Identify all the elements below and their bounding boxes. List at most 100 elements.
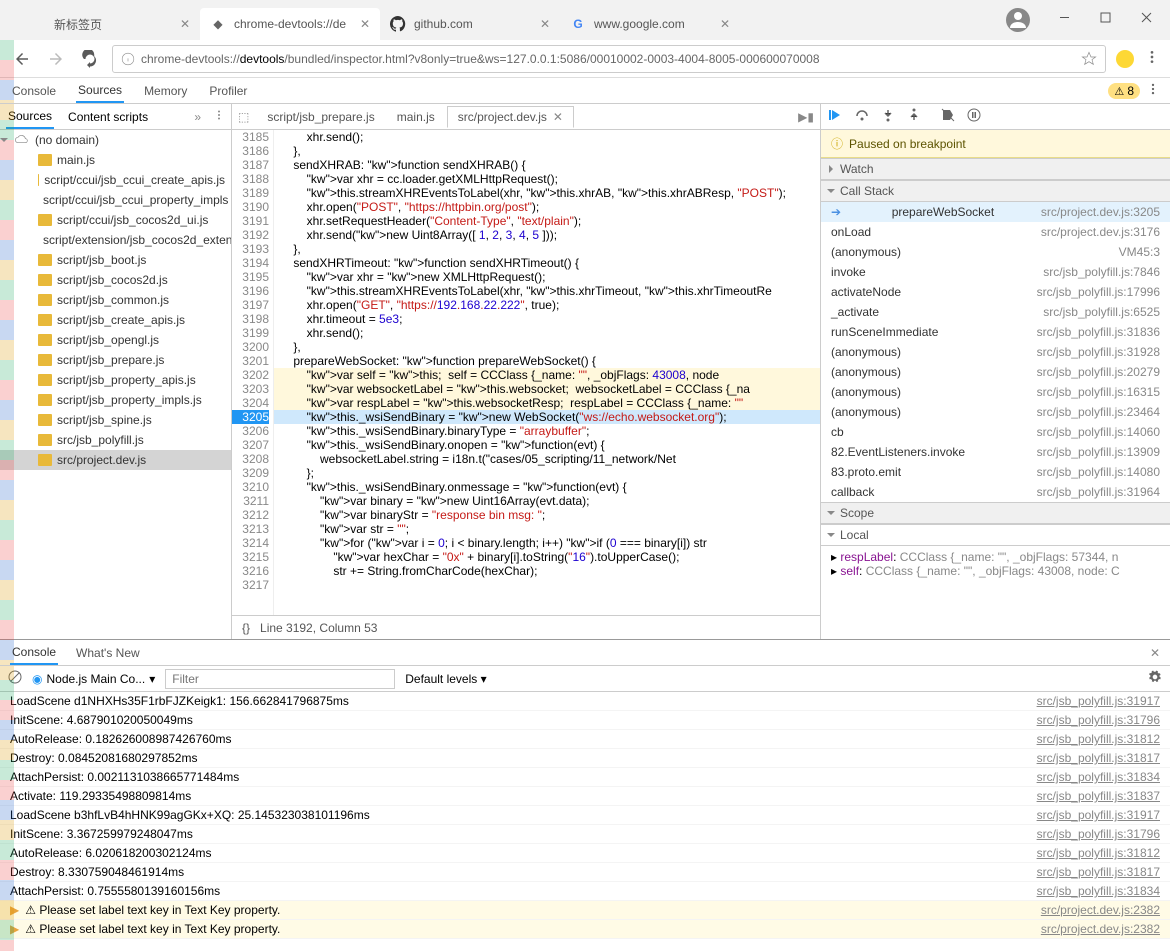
stack-frame[interactable]: runSceneImmediatesrc/jsb_polyfill.js:318… [821, 322, 1170, 342]
stack-frame[interactable]: (anonymous)src/jsb_polyfill.js:31928 [821, 342, 1170, 362]
tab-close-icon[interactable]: ✕ [720, 17, 730, 31]
file-tree[interactable]: (no domain) main.jsscript/ccui/jsb_ccui_… [0, 130, 231, 639]
console-message[interactable]: AttachPersist: 0.7555580139160156mssrc/j… [0, 882, 1170, 901]
tab-close-icon[interactable]: ✕ [360, 17, 370, 31]
deactivate-breakpoints-button[interactable] [941, 108, 955, 125]
console-message[interactable]: InitScene: 4.687901020050049mssrc/jsb_po… [0, 711, 1170, 730]
line-gutter[interactable]: 3185318631873188318931903191319231933194… [232, 130, 274, 615]
browser-tab[interactable]: ◆chrome-devtools://de✕ [200, 8, 380, 40]
callstack-section[interactable]: Call Stack [821, 180, 1170, 202]
file-tree-item[interactable]: src/jsb_polyfill.js [0, 430, 231, 450]
file-tree-item[interactable]: script/ccui/jsb_cocos2d_ui.js [0, 210, 231, 230]
minimize-button[interactable] [1059, 12, 1070, 26]
console-message[interactable]: InitScene: 3.367259979248047mssrc/jsb_po… [0, 825, 1170, 844]
maximize-button[interactable] [1100, 12, 1111, 26]
devtools-tab[interactable]: Sources [76, 79, 124, 103]
log-source-link[interactable]: src/jsb_polyfill.js:31812 [1037, 732, 1160, 746]
log-source-link[interactable]: src/jsb_polyfill.js:31796 [1037, 713, 1160, 727]
console-filter-input[interactable] [165, 669, 395, 689]
console-log[interactable]: LoadScene d1NHXHs35F1rbFJZKeigk1: 156.66… [0, 692, 1170, 951]
context-selector[interactable]: ◉Node.js Main Co... ▾ [32, 672, 155, 686]
stack-frame[interactable]: (anonymous)src/jsb_polyfill.js:23464 [821, 402, 1170, 422]
profile-avatar-icon[interactable] [1006, 8, 1030, 32]
console-message[interactable]: Destroy: 0.08452081680297852mssrc/jsb_po… [0, 749, 1170, 768]
drawer-tab[interactable]: Console [10, 641, 58, 665]
tab-close-icon[interactable]: ✕ [540, 17, 550, 31]
file-tree-item[interactable]: script/jsb_prepare.js [0, 350, 231, 370]
stack-frame[interactable]: callbacksrc/jsb_polyfill.js:31964 [821, 482, 1170, 502]
log-source-link[interactable]: src/project.dev.js:2382 [1041, 903, 1160, 917]
warnings-badge[interactable]: ⚠ 8 [1108, 83, 1140, 99]
step-into-button[interactable] [881, 108, 895, 125]
log-source-link[interactable]: src/jsb_polyfill.js:31817 [1037, 865, 1160, 879]
log-source-link[interactable]: src/jsb_polyfill.js:31917 [1037, 808, 1160, 822]
resume-button[interactable] [829, 108, 843, 125]
navigator-overflow-icon[interactable]: » [194, 110, 201, 124]
console-message[interactable]: LoadScene d1NHXHs35F1rbFJZKeigk1: 156.66… [0, 692, 1170, 711]
file-tree-item[interactable]: script/jsb_spine.js [0, 410, 231, 430]
browser-tab[interactable]: github.com✕ [380, 8, 560, 40]
local-scope[interactable]: Local [821, 524, 1170, 546]
url-omnibox[interactable]: chrome-devtools://devtools/bundled/inspe… [112, 45, 1106, 73]
reload-button[interactable] [78, 47, 102, 71]
log-source-link[interactable]: src/jsb_polyfill.js:31812 [1037, 846, 1160, 860]
console-message[interactable]: ⚠ Please set label text key in Text Key … [0, 920, 1170, 939]
browser-tab[interactable]: 新标签页✕ [20, 8, 200, 40]
devtools-tab[interactable]: Memory [142, 80, 189, 102]
drawer-close-button[interactable]: ✕ [1150, 646, 1160, 660]
console-message[interactable]: AutoRelease: 6.020618200302124mssrc/jsb_… [0, 844, 1170, 863]
step-over-button[interactable] [855, 108, 869, 125]
devtools-menu-button[interactable] [1146, 82, 1160, 99]
stack-frame[interactable]: invokesrc/jsb_polyfill.js:7846 [821, 262, 1170, 282]
stack-frame[interactable]: (anonymous)VM45:3 [821, 242, 1170, 262]
domain-node[interactable]: (no domain) [0, 130, 231, 150]
braces-icon[interactable]: {} [242, 621, 250, 635]
file-tree-item[interactable]: script/extension/jsb_cocos2d_extension [0, 230, 231, 250]
star-icon[interactable] [1081, 51, 1097, 67]
devtools-tab[interactable]: Console [10, 80, 58, 102]
log-source-link[interactable]: src/jsb_polyfill.js:31917 [1037, 694, 1160, 708]
stack-frame[interactable]: activateNodesrc/jsb_polyfill.js:17996 [821, 282, 1170, 302]
log-levels-selector[interactable]: Default levels ▾ [405, 672, 486, 686]
tab-close-icon[interactable]: ✕ [553, 110, 563, 124]
file-tree-item[interactable]: script/jsb_cocos2d.js [0, 270, 231, 290]
scope-variable[interactable]: ▸ respLabel: CCClass {_name: "", _objFla… [831, 550, 1160, 564]
file-tree-item[interactable]: script/jsb_property_apis.js [0, 370, 231, 390]
drawer-tab[interactable]: What's New [74, 642, 142, 664]
close-button[interactable] [1141, 12, 1152, 26]
file-tree-item[interactable]: script/ccui/jsb_ccui_create_apis.js [0, 170, 231, 190]
file-tree-item[interactable]: script/ccui/jsb_ccui_property_impls [0, 190, 231, 210]
browser-tab[interactable]: Gwww.google.com✕ [560, 8, 740, 40]
console-message[interactable]: AttachPersist: 0.0021131038665771484mssr… [0, 768, 1170, 787]
editor-tab[interactable]: main.js [387, 107, 445, 127]
forward-button[interactable] [44, 47, 68, 71]
stack-frame[interactable]: 83.proto.emitsrc/jsb_polyfill.js:14080 [821, 462, 1170, 482]
file-tree-item[interactable]: script/jsb_boot.js [0, 250, 231, 270]
extension-icon[interactable] [1116, 50, 1134, 68]
file-tree-item[interactable]: main.js [0, 150, 231, 170]
navigator-tab[interactable]: Content scripts [66, 106, 150, 128]
file-tree-item[interactable]: script/jsb_opengl.js [0, 330, 231, 350]
file-tree-item[interactable]: script/jsb_property_impls.js [0, 390, 231, 410]
editor-tab[interactable]: script/jsb_prepare.js [257, 107, 384, 127]
file-tree-item[interactable]: src/project.dev.js [0, 450, 231, 470]
stack-frame[interactable]: _activatesrc/jsb_polyfill.js:6525 [821, 302, 1170, 322]
file-tree-item[interactable]: script/jsb_create_apis.js [0, 310, 231, 330]
pause-on-exceptions-button[interactable] [967, 108, 981, 125]
stack-frame[interactable]: 82.EventListeners.invokesrc/jsb_polyfill… [821, 442, 1170, 462]
snippet-run-icon[interactable]: ▶▮ [798, 110, 814, 124]
editor-tab[interactable]: src/project.dev.js ✕ [447, 106, 574, 128]
stack-frame[interactable]: (anonymous)src/jsb_polyfill.js:20279 [821, 362, 1170, 382]
console-message[interactable]: AutoRelease: 0.182626008987426760mssrc/j… [0, 730, 1170, 749]
stack-frame[interactable]: ➔prepareWebSocketsrc/project.dev.js:3205 [821, 202, 1170, 222]
scope-variable[interactable]: ▸ self: CCClass {_name: "", _objFlags: 4… [831, 564, 1160, 578]
log-source-link[interactable]: src/jsb_polyfill.js:31834 [1037, 884, 1160, 898]
code-area[interactable]: xhr.send(); }, sendXHRAB: "kw">function … [274, 130, 820, 615]
chrome-menu-button[interactable] [1144, 49, 1160, 68]
history-nav-icon[interactable]: ⬚ [238, 110, 249, 124]
code-editor[interactable]: 3185318631873188318931903191319231933194… [232, 130, 820, 615]
watch-section[interactable]: Watch [821, 158, 1170, 180]
console-message[interactable]: Destroy: 8.330759048461914mssrc/jsb_poly… [0, 863, 1170, 882]
log-source-link[interactable]: src/jsb_polyfill.js:31796 [1037, 827, 1160, 841]
log-source-link[interactable]: src/project.dev.js:2382 [1041, 922, 1160, 936]
